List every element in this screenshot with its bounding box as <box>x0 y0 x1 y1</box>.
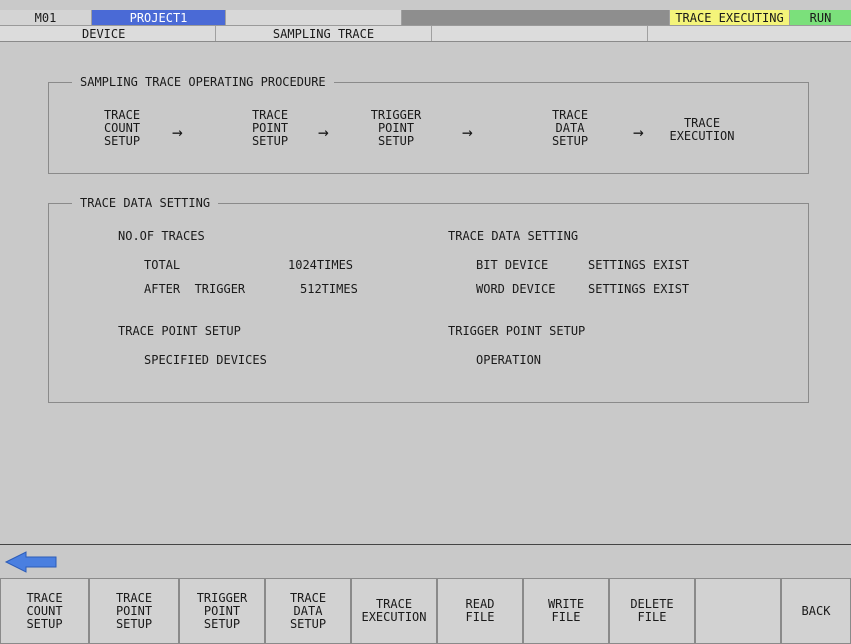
word-device-label: WORD DEVICE <box>476 282 556 296</box>
bit-device-value: SETTINGS EXIST <box>588 258 690 272</box>
trace-data-setting-label: TRACE DATA SETTING <box>448 229 579 243</box>
empty-tab-right <box>648 26 851 41</box>
fkey-blank <box>695 578 781 644</box>
trace-data-title: TRACE DATA SETTING <box>72 196 219 210</box>
total-label: TOTAL <box>144 258 181 272</box>
total-value: 1024TIMES <box>288 258 354 272</box>
left-arrow-icon[interactable] <box>4 550 60 574</box>
device-tab[interactable]: DEVICE <box>0 26 216 41</box>
fkey-read-file[interactable]: READ FILE <box>437 578 523 644</box>
arrow-icon: → <box>318 122 329 143</box>
breadcrumb: DEVICE SAMPLING TRACE <box>0 26 851 42</box>
no-of-traces-label: NO.OF TRACES <box>118 229 205 243</box>
sampling-trace-tab[interactable]: SAMPLING TRACE <box>216 26 432 41</box>
step-trace-point-setup: TRACE POINT SETUP <box>251 108 289 148</box>
after-trigger-label: AFTER TRIGGER <box>144 282 246 296</box>
trigger-point-setup-label: TRIGGER POINT SETUP <box>448 324 586 338</box>
fkey-trace-point-setup[interactable]: TRACE POINT SETUP <box>89 578 179 644</box>
arrow-icon: → <box>633 122 644 143</box>
status-gray-cell <box>402 10 670 25</box>
back-button[interactable]: BACK <box>781 578 851 644</box>
procedure-title: SAMPLING TRACE OPERATING PROCEDURE <box>72 75 334 89</box>
arrow-icon: → <box>462 122 473 143</box>
trace-status-badge: TRACE EXECUTING <box>670 10 790 25</box>
step-trigger-point-setup: TRIGGER POINT SETUP <box>370 108 422 148</box>
step-trace-execution: TRACE EXECUTION <box>669 116 735 143</box>
trace-point-setup-value: SPECIFIED DEVICES <box>144 353 267 367</box>
fkey-trigger-point-setup[interactable]: TRIGGER POINT SETUP <box>179 578 265 644</box>
run-status-badge: RUN <box>790 10 851 25</box>
status-empty-cell <box>226 10 402 25</box>
back-arrow-strip <box>0 544 851 578</box>
status-bar: M01 PROJECT1 TRACE EXECUTING RUN <box>0 10 851 26</box>
bit-device-label: BIT DEVICE <box>476 258 549 272</box>
arrow-icon: → <box>172 122 183 143</box>
trigger-point-setup-value: OPERATION <box>476 353 542 367</box>
fkey-trace-data-setup[interactable]: TRACE DATA SETUP <box>265 578 351 644</box>
after-trigger-value: 512TIMES <box>300 282 358 296</box>
empty-tab <box>432 26 648 41</box>
step-trace-data-setup: TRACE DATA SETUP <box>551 108 589 148</box>
fkey-delete-file[interactable]: DELETE FILE <box>609 578 695 644</box>
trace-point-setup-label: TRACE POINT SETUP <box>118 324 241 338</box>
fkey-trace-execution[interactable]: TRACE EXECUTION <box>351 578 437 644</box>
fkey-write-file[interactable]: WRITE FILE <box>523 578 609 644</box>
fkey-trace-count-setup[interactable]: TRACE COUNT SETUP <box>0 578 89 644</box>
project-name: PROJECT1 <box>92 10 226 25</box>
word-device-value: SETTINGS EXIST <box>588 282 690 296</box>
step-trace-count-setup: TRACE COUNT SETUP <box>103 108 141 148</box>
station-number: M01 <box>0 10 92 25</box>
